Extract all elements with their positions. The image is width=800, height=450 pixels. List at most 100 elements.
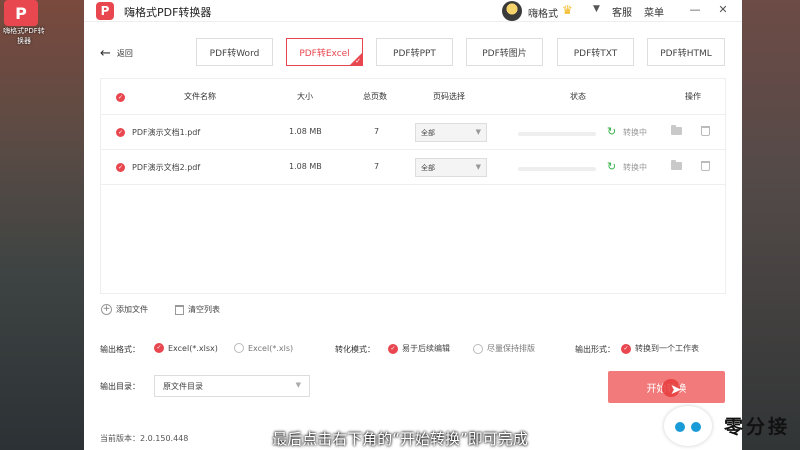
page-select-dropdown[interactable]: 全部 ▼ xyxy=(415,123,487,142)
header-status: 状态 xyxy=(570,92,586,101)
desktop-app-icon[interactable]: P xyxy=(4,0,38,26)
header-file-name: 文件名称 xyxy=(184,92,216,101)
tab-pdf-to-word[interactable]: PDF转Word xyxy=(196,38,273,66)
mode-option-label: 尽量保持排版 xyxy=(487,344,535,353)
radio-checked-icon: ✓ xyxy=(388,343,398,354)
trash-icon[interactable] xyxy=(701,161,710,171)
mascot-eye xyxy=(691,422,701,432)
plus-icon: + xyxy=(101,304,112,315)
form-option-label: 转换到一个工作表 xyxy=(635,344,699,353)
watermark-mascot-icon xyxy=(664,406,712,446)
radio-checked-icon: ✓ xyxy=(154,343,164,353)
progress-bar xyxy=(518,132,596,136)
desktop-background-left: P 嗨格式PDF转换器 xyxy=(0,0,84,450)
back-button[interactable]: ← 返回 xyxy=(100,46,133,61)
app-window: P 嗨格式PDF转换器 嗨格式 ♛ ▼ 客服 菜单 — ✕ ← 返回 PDF转W… xyxy=(84,0,742,450)
tab-pdf-to-ppt[interactable]: PDF转PPT xyxy=(376,38,453,66)
conversion-mode-label: 转化模式： xyxy=(335,345,375,354)
watermark-text: 零分接 xyxy=(724,416,791,438)
format-option-xls[interactable]: Excel(*.xls) xyxy=(234,343,293,353)
file-size: 1.08 MB xyxy=(289,162,322,171)
file-name: PDF演示文档1.pdf xyxy=(132,128,201,137)
table-header: ✓ 文件名称 大小 总页数 页码选择 状态 操作 xyxy=(101,79,725,115)
radio-checked-icon: ✓ xyxy=(621,343,631,354)
file-name: PDF演示文档2.pdf xyxy=(132,163,201,172)
tab-pdf-to-html[interactable]: PDF转HTML xyxy=(647,38,725,66)
converting-icon: ↻ xyxy=(607,160,617,173)
trash-icon[interactable] xyxy=(701,126,710,136)
user-avatar[interactable] xyxy=(502,1,522,21)
output-form-label: 输出形式： xyxy=(575,345,615,354)
output-dir-label: 输出目录： xyxy=(100,382,140,391)
tab-pdf-to-excel[interactable]: PDF转Excel ✓ xyxy=(286,38,363,66)
page-select-value: 全部 xyxy=(421,129,435,137)
folder-icon[interactable] xyxy=(671,125,682,135)
clear-list-button[interactable]: 清空列表 xyxy=(175,304,220,315)
progress-bar xyxy=(518,167,596,171)
status-text: 转换中 xyxy=(623,163,647,172)
output-format-label: 输出格式： xyxy=(100,345,140,354)
tab-label: PDF转Word xyxy=(209,48,260,59)
desktop-app-label[interactable]: 嗨格式PDF转换器 xyxy=(0,26,48,46)
tab-label: PDF转PPT xyxy=(393,48,436,59)
mode-option-editable[interactable]: ✓ 易于后续编辑 xyxy=(388,343,450,354)
customer-service-link[interactable]: 客服 xyxy=(612,4,632,19)
header-actions: 操作 xyxy=(685,92,701,101)
select-all-checkbox[interactable]: ✓ xyxy=(116,93,125,102)
header-page-select: 页码选择 xyxy=(433,92,465,101)
row-checkbox[interactable]: ✓ xyxy=(116,163,125,172)
status-text: 转换中 xyxy=(623,128,647,137)
table-row: ✓ PDF演示文档2.pdf 1.08 MB 7 全部 ▼ ↻ 转换中 xyxy=(101,151,725,185)
file-table: ✓ 文件名称 大小 总页数 页码选择 状态 操作 ✓ PDF演示文档1.pdf … xyxy=(100,78,726,294)
mode-option-label: 易于后续编辑 xyxy=(402,344,450,353)
chevron-down-icon: ▼ xyxy=(295,381,301,389)
menu-link[interactable]: 菜单 xyxy=(644,4,664,19)
trash-icon xyxy=(175,304,184,315)
check-icon: ✓ xyxy=(355,57,361,65)
chevron-down-icon: ▼ xyxy=(475,163,481,171)
add-files-button[interactable]: + 添加文件 xyxy=(101,304,148,315)
app-title: 嗨格式PDF转换器 xyxy=(124,6,212,19)
tab-label: PDF转图片 xyxy=(482,48,527,59)
clear-list-label: 清空列表 xyxy=(188,305,220,314)
output-dir-select[interactable]: 原文件目录 ▼ xyxy=(154,375,310,397)
radio-unchecked-icon xyxy=(473,343,483,354)
file-pages: 7 xyxy=(374,127,380,136)
form-option-single-sheet[interactable]: ✓ 转换到一个工作表 xyxy=(621,343,699,354)
tab-label: PDF转HTML xyxy=(660,48,712,59)
tab-label: PDF转Excel xyxy=(299,48,350,59)
table-row: ✓ PDF演示文档1.pdf 1.08 MB 7 全部 ▼ ↻ 转换中 xyxy=(101,116,725,150)
converting-icon: ↻ xyxy=(607,125,617,138)
row-checkbox[interactable]: ✓ xyxy=(116,128,125,137)
page-select-dropdown[interactable]: 全部 ▼ xyxy=(415,158,487,177)
add-files-label: 添加文件 xyxy=(116,305,148,314)
format-option-label: Excel(*.xls) xyxy=(248,343,294,353)
tab-pdf-to-image[interactable]: PDF转图片 xyxy=(466,38,543,66)
folder-icon[interactable] xyxy=(671,160,682,170)
desktop-background-right xyxy=(742,0,800,450)
page-select-value: 全部 xyxy=(421,164,435,172)
app-logo-icon: P xyxy=(96,2,114,20)
mascot-eye xyxy=(675,422,685,432)
mode-option-keep-layout[interactable]: 尽量保持排版 xyxy=(473,343,535,354)
format-option-label: Excel(*.xlsx) xyxy=(168,343,218,353)
tab-pdf-to-txt[interactable]: PDF转TXT xyxy=(557,38,634,66)
header-size: 大小 xyxy=(297,92,313,101)
close-icon[interactable]: ✕ xyxy=(716,3,730,17)
cursor-icon: ➤ xyxy=(670,382,682,398)
minimize-icon[interactable]: — xyxy=(688,3,702,17)
user-name[interactable]: 嗨格式 xyxy=(528,5,558,20)
file-size: 1.08 MB xyxy=(289,127,322,136)
back-label: 返回 xyxy=(116,49,133,58)
tab-label: PDF转TXT xyxy=(573,48,618,59)
chevron-down-icon: ▼ xyxy=(475,128,481,136)
header-pages: 总页数 xyxy=(363,92,387,101)
user-menu-chevron-icon[interactable]: ▼ xyxy=(593,4,600,14)
file-pages: 7 xyxy=(374,162,380,171)
title-bar: P 嗨格式PDF转换器 嗨格式 ♛ ▼ 客服 菜单 — ✕ xyxy=(84,0,742,22)
output-dir-value: 原文件目录 xyxy=(163,382,203,391)
radio-unchecked-icon xyxy=(234,343,244,353)
crown-icon: ♛ xyxy=(562,3,573,17)
back-arrow-icon: ← xyxy=(100,46,111,61)
format-option-xlsx[interactable]: ✓ Excel(*.xlsx) xyxy=(154,343,218,353)
